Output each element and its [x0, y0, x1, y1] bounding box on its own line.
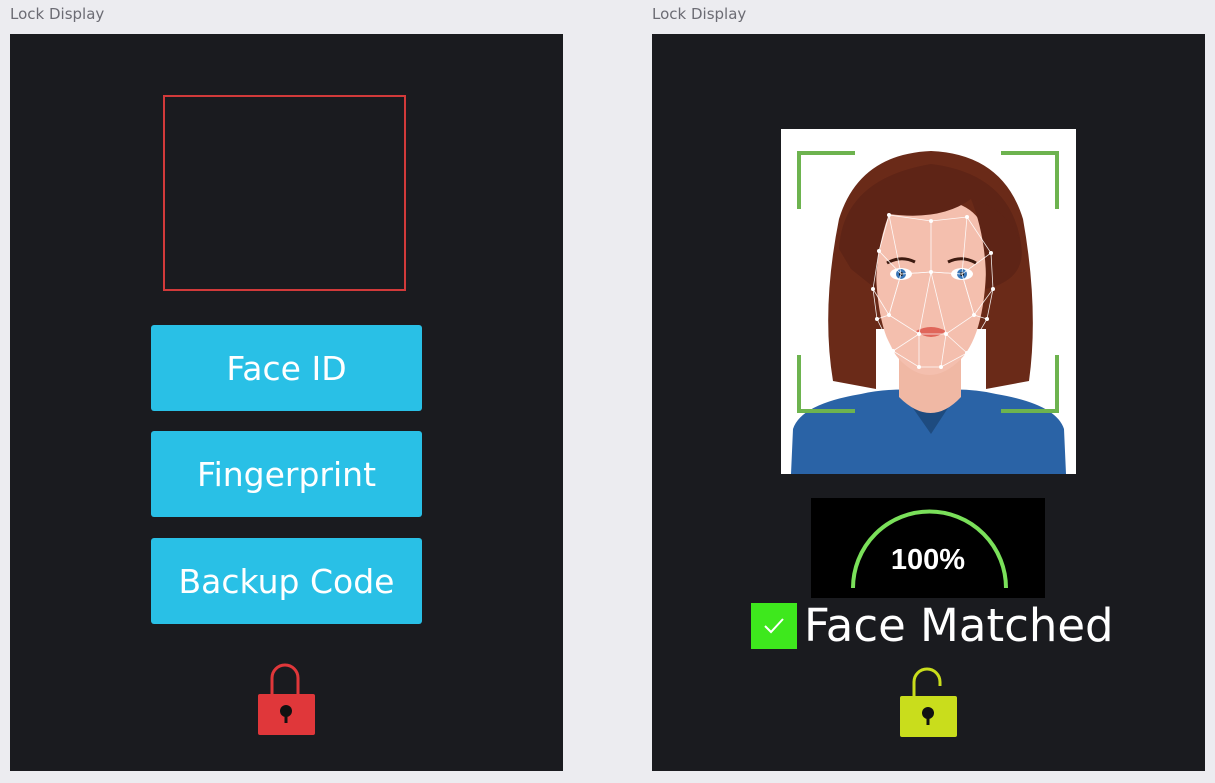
- match-gauge: 100%: [811, 498, 1045, 598]
- lock-display-frame-unlocked: 100% Face Matched: [652, 34, 1205, 771]
- lock-display-frame-locked: Face ID Fingerprint Backup Code: [10, 34, 563, 771]
- frame-label-left: Lock Display: [10, 5, 105, 23]
- padlock-unlocked-icon: [900, 667, 957, 737]
- face-scan-portrait: [781, 129, 1076, 474]
- status-text: Face Matched: [804, 599, 1114, 652]
- check-icon: [751, 603, 797, 649]
- frame-label-right: Lock Display: [652, 5, 747, 23]
- face-id-button[interactable]: Face ID: [151, 325, 422, 411]
- match-percentage: 100%: [890, 544, 966, 576]
- padlock-locked-icon: [258, 663, 315, 735]
- backup-code-button[interactable]: Backup Code: [151, 538, 422, 624]
- match-status: Face Matched: [751, 600, 1114, 652]
- face-scan-area: [163, 95, 406, 291]
- fingerprint-button[interactable]: Fingerprint: [151, 431, 422, 517]
